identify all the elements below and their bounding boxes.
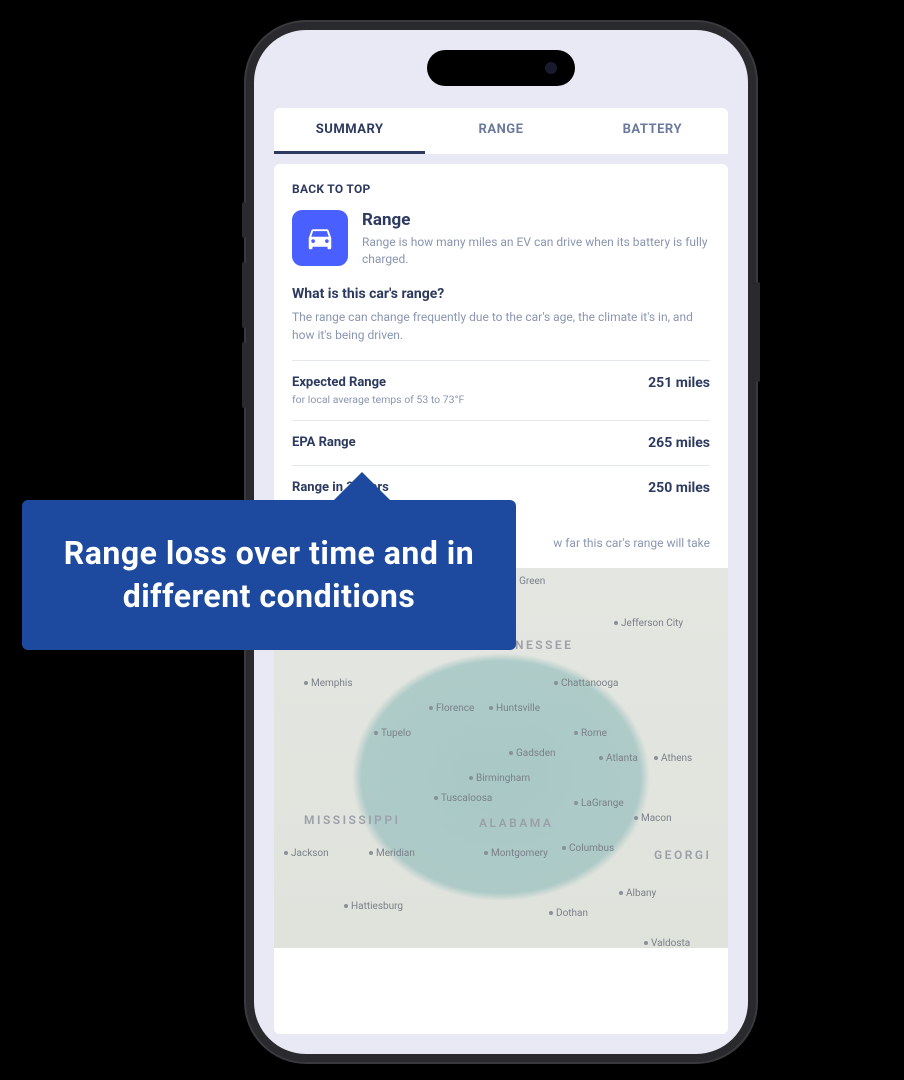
section-header: Range Range is how many miles an EV can … — [292, 210, 710, 268]
map-city-columbus: Columbus — [562, 843, 614, 854]
map-city-albany: Albany — [619, 888, 656, 899]
stat-value: 265 miles — [648, 435, 710, 451]
tab-range[interactable]: RANGE — [425, 108, 576, 154]
back-to-top-link[interactable]: BACK TO TOP — [292, 182, 710, 196]
stat-expected-range: Expected Range for local average temps o… — [292, 360, 710, 420]
callout-tooltip: Range loss over time and in different co… — [22, 500, 516, 650]
map-city-birmingham: Birmingham — [469, 773, 530, 784]
stat-value: 251 miles — [648, 375, 710, 391]
volume-button — [242, 202, 246, 238]
map-city-meridian: Meridian — [369, 848, 415, 859]
map-city-florence: Florence — [429, 703, 474, 714]
tab-bar: SUMMARY RANGE BATTERY — [274, 108, 728, 154]
map-state-georgia: GEORGI — [654, 848, 711, 862]
power-button — [756, 282, 760, 382]
range-answer: The range can change frequently due to t… — [292, 308, 710, 344]
map-state-alabama: ALABAMA — [479, 816, 553, 830]
stat-epa-range: EPA Range 265 miles — [292, 420, 710, 465]
map-city-dothan: Dothan — [549, 908, 588, 919]
map-city-chattanooga: Chattanooga — [554, 678, 618, 689]
dynamic-island — [427, 50, 575, 86]
map-city-athens: Athens — [654, 753, 692, 764]
range-question: What is this car's range? — [292, 286, 710, 302]
map-city-huntsville: Huntsville — [489, 703, 540, 714]
stat-sublabel: for local average temps of 53 to 73°F — [292, 393, 464, 406]
map-city-lagrange: LaGrange — [574, 798, 624, 809]
map-city-tupelo: Tupelo — [374, 728, 411, 739]
stat-label: EPA Range — [292, 435, 356, 450]
map-city-tuscaloosa: Tuscaloosa — [434, 793, 492, 804]
volume-down-button — [242, 342, 246, 408]
map-city-atlanta: Atlanta — [599, 753, 638, 764]
map-city-gadsden: Gadsden — [509, 748, 556, 759]
stat-value: 250 miles — [648, 480, 710, 496]
tab-summary[interactable]: SUMMARY — [274, 108, 425, 154]
header-text: Range Range is how many miles an EV can … — [362, 210, 710, 268]
map-city-macon: Macon — [634, 813, 672, 824]
volume-up-button — [242, 262, 246, 328]
map-city-valdosta: Valdosta — [644, 938, 690, 948]
map-city-jefferson-city: Jefferson City — [614, 618, 683, 629]
map-city-rome: Rome — [574, 728, 607, 739]
map-city-hattiesburg: Hattiesburg — [344, 901, 403, 912]
stat-label: Expected Range — [292, 375, 464, 390]
car-icon — [292, 210, 348, 266]
tab-battery[interactable]: BATTERY — [577, 108, 728, 154]
map-city-montgomery: Montgomery — [484, 848, 548, 859]
map-city-memphis: Memphis — [304, 678, 353, 689]
map-state-mississippi: MISSISSIPPI — [304, 813, 401, 827]
section-title: Range — [362, 210, 710, 230]
map-city-jackson: Jackson — [284, 848, 329, 859]
section-subtitle: Range is how many miles an EV can drive … — [362, 234, 710, 268]
